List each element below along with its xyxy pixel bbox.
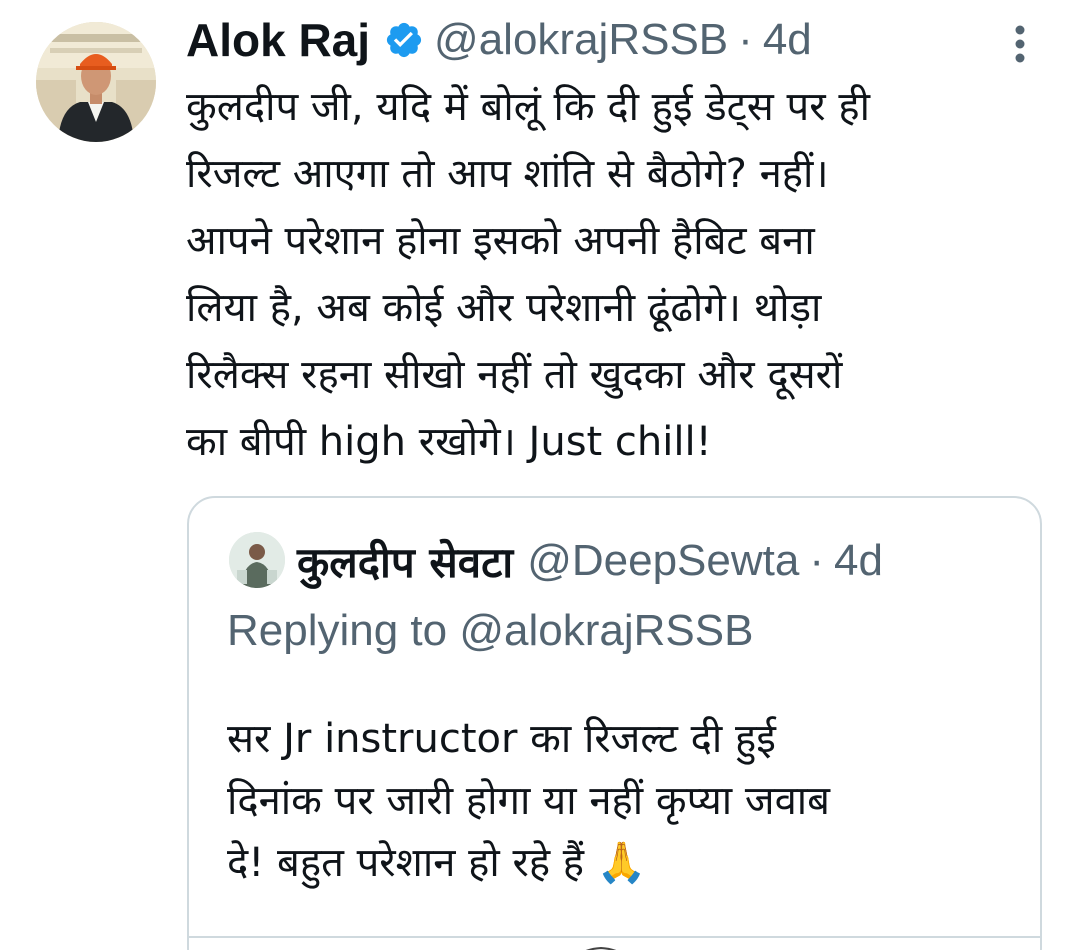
- replying-to: Replying to @alokrajRSSB: [227, 606, 754, 655]
- separator-dot: ·: [809, 536, 824, 585]
- quoted-tweet-timestamp: 4d: [834, 536, 883, 585]
- more-vertical-icon[interactable]: [1005, 22, 1035, 66]
- quoted-author-handle: @DeepSewta: [527, 536, 800, 585]
- quoted-tweet-media[interactable]: [189, 936, 1040, 950]
- tweet[interactable]: Alok Raj @alokrajRSSB · 4d कुलदीप जी, यद…: [0, 0, 1080, 950]
- quoted-author-name: कुलदीप सेवटा: [297, 537, 514, 587]
- author-handle[interactable]: @alokrajRSSB: [434, 15, 728, 65]
- tweet-text: कुलदीप जी, यदि में बोलूं कि दी हुई डेट्स…: [186, 84, 870, 465]
- quoted-tweet-header: कुलदीप सेवटा @DeepSewta · 4d: [297, 528, 883, 594]
- separator-dot: ·: [738, 15, 753, 64]
- tweet-header: Alok Raj @alokrajRSSB · 4d: [186, 10, 812, 70]
- quoted-tweet-text: सर Jr instructor का रिजल्ट दी हुई दिनांक…: [227, 716, 831, 886]
- quoted-tweet-card[interactable]: कुलदीप सेवटा @DeepSewta · 4d Replying to…: [187, 496, 1042, 950]
- author-avatar[interactable]: [36, 22, 156, 142]
- verified-badge-icon: [384, 20, 424, 60]
- quoted-author-avatar: [229, 532, 285, 588]
- author-name[interactable]: Alok Raj: [186, 13, 370, 67]
- tweet-timestamp[interactable]: 4d: [763, 15, 812, 65]
